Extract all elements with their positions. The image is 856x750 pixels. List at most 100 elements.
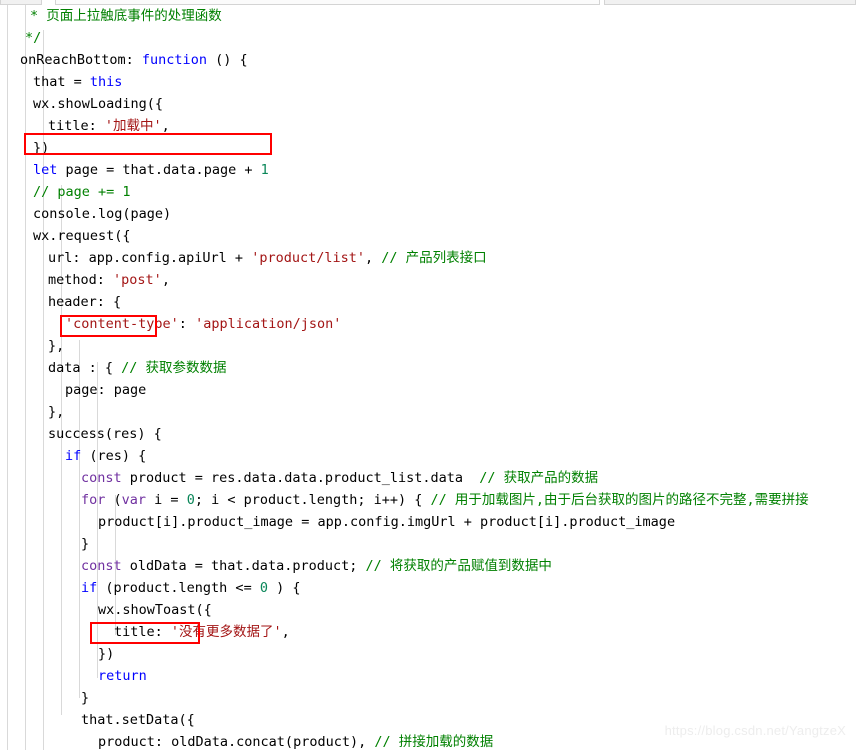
code-line[interactable]: */ — [0, 27, 856, 49]
watermark-text: https://blog.csdn.net/YangtzeX — [664, 723, 846, 738]
code-token-plain: method: — [48, 272, 114, 288]
code-line[interactable]: const oldData = that.data.product; // 将获… — [0, 555, 856, 577]
code-token-num: 0 — [259, 580, 268, 596]
code-line[interactable]: title: '加载中', — [0, 115, 856, 137]
code-token-plain: ; i < product.length; i++) { — [194, 492, 431, 508]
code-token-plain: () { — [206, 52, 248, 68]
code-token-kw: if — [65, 448, 82, 464]
code-token-kw: let — [33, 162, 58, 178]
code-token-decl: var — [121, 492, 147, 508]
code-token-plain: onReachBottom: — [20, 52, 142, 68]
code-token-plain: page: page — [65, 382, 147, 398]
code-line[interactable]: let page = that.data.page + 1 — [0, 159, 856, 181]
code-token-num: 1 — [260, 162, 269, 178]
code-token-plain: data : { — [48, 360, 122, 376]
code-line[interactable]: // page += 1 — [0, 181, 856, 203]
code-line[interactable]: wx.request({ — [0, 225, 856, 247]
code-token-plain: }) — [33, 140, 50, 156]
code-token-decl: const — [81, 470, 122, 486]
code-line[interactable]: wx.showLoading({ — [0, 93, 856, 115]
code-token-plain: (product.length <= — [97, 580, 260, 596]
code-token-plain: url: app.config.apiUrl + — [48, 250, 252, 266]
code-token-plain: title: — [114, 624, 171, 640]
code-token-plain: that = — [33, 74, 90, 90]
code-token-kw: if — [81, 580, 98, 596]
code-token-plain: i = — [146, 492, 187, 508]
code-token-str: 'application/json' — [195, 316, 342, 332]
code-token-str: '没有更多数据了' — [170, 624, 282, 640]
code-token-plain: (res) { — [81, 448, 147, 464]
code-token-com: // 获取产品的数据 — [479, 470, 599, 486]
code-line[interactable]: wx.showToast({ — [0, 599, 856, 621]
code-line[interactable]: } — [0, 533, 856, 555]
code-line[interactable]: page: page — [0, 379, 856, 401]
code-line[interactable]: }) — [0, 137, 856, 159]
code-line[interactable]: product[i].product_image = app.config.im… — [0, 511, 856, 533]
code-line[interactable]: }, — [0, 335, 856, 357]
code-token-str: '加载中' — [104, 118, 162, 134]
code-token-plain: console.log(page) — [33, 206, 172, 222]
code-line[interactable]: console.log(page) — [0, 203, 856, 225]
code-line[interactable]: that = this — [0, 71, 856, 93]
code-content[interactable]: * 页面上拉触底事件的处理函数 */ onReachBottom: function… — [0, 5, 856, 750]
code-token-str: 'product/list' — [251, 250, 365, 266]
code-token-plain: ( — [105, 492, 122, 508]
code-line[interactable]: method: 'post', — [0, 269, 856, 291]
code-token-plain: }, — [48, 338, 65, 354]
code-token-plain: } — [81, 690, 90, 706]
code-token-plain: oldData = that.data.product; — [121, 558, 366, 574]
code-line[interactable]: url: app.config.apiUrl + 'product/list',… — [0, 247, 856, 269]
code-token-plain: , — [161, 118, 170, 134]
code-line[interactable]: data : { // 获取参数数据 — [0, 357, 856, 379]
code-token-com: // 将获取的产品赋值到数据中 — [365, 558, 552, 574]
code-token-plain: that.setData({ — [81, 712, 195, 728]
code-token-kw: function — [141, 52, 207, 68]
code-line[interactable]: if (product.length <= 0 ) { — [0, 577, 856, 599]
code-token-decl: for — [81, 492, 106, 508]
code-token-kw: return — [98, 668, 147, 684]
code-token-plain: product: oldData.concat(product), — [98, 734, 375, 750]
code-token-plain: , — [281, 624, 290, 640]
code-token-com: // 产品列表接口 — [381, 250, 487, 266]
code-line[interactable]: title: '没有更多数据了', — [0, 621, 856, 643]
code-token-com: // 拼接加载的数据 — [374, 734, 494, 750]
code-token-com: // page += 1 — [33, 184, 131, 200]
code-line[interactable]: header: { — [0, 291, 856, 313]
code-token-plain: product = res.data.data.product_list.dat… — [121, 470, 480, 486]
code-token-str: 'content-type' — [65, 316, 179, 332]
code-token-plain: wx.request({ — [33, 228, 131, 244]
code-token-plain: }) — [98, 646, 115, 662]
code-token-str: 'post' — [113, 272, 162, 288]
code-token-plain: header: { — [48, 294, 122, 310]
code-token-kw: this — [89, 74, 123, 90]
code-line[interactable]: for (var i = 0; i < product.length; i++)… — [0, 489, 856, 511]
code-line[interactable]: 'content-type': 'application/json' — [0, 313, 856, 335]
code-line[interactable]: const product = res.data.data.product_li… — [0, 467, 856, 489]
code-token-plain: : — [178, 316, 196, 332]
code-token-decl: const — [81, 558, 122, 574]
code-token-plain: }, — [48, 404, 65, 420]
code-token-com: * 页面上拉触底事件的处理函数 — [30, 8, 222, 24]
code-token-plain: product[i].product_image = app.config.im… — [98, 514, 676, 530]
code-token-plain: title: — [48, 118, 105, 134]
code-line[interactable]: } — [0, 687, 856, 709]
code-token-plain: , — [161, 272, 170, 288]
code-token-plain: } — [81, 536, 90, 552]
code-line[interactable]: onReachBottom: function () { — [0, 49, 856, 71]
code-token-plain: page = that.data.page + — [57, 162, 261, 178]
code-line[interactable]: }, — [0, 401, 856, 423]
code-token-com: // 用于加载图片,由于后台获取的图片的路径不完整,需要拼接 — [430, 492, 809, 508]
code-line[interactable]: return — [0, 665, 856, 687]
code-line[interactable]: }) — [0, 643, 856, 665]
code-token-plain: wx.showToast({ — [98, 602, 212, 618]
code-token-plain: , — [365, 250, 382, 266]
code-line[interactable]: if (res) { — [0, 445, 856, 467]
code-line[interactable]: * 页面上拉触底事件的处理函数 — [0, 5, 856, 27]
code-editor-surface[interactable]: * 页面上拉触底事件的处理函数 */ onReachBottom: function… — [0, 5, 856, 750]
code-token-plain: success(res) { — [48, 426, 162, 442]
code-line[interactable]: success(res) { — [0, 423, 856, 445]
code-token-plain: wx.showLoading({ — [33, 96, 164, 112]
code-token-com: */ — [25, 30, 42, 46]
code-token-com: // 获取参数数据 — [121, 360, 227, 376]
code-token-num: 0 — [186, 492, 195, 508]
